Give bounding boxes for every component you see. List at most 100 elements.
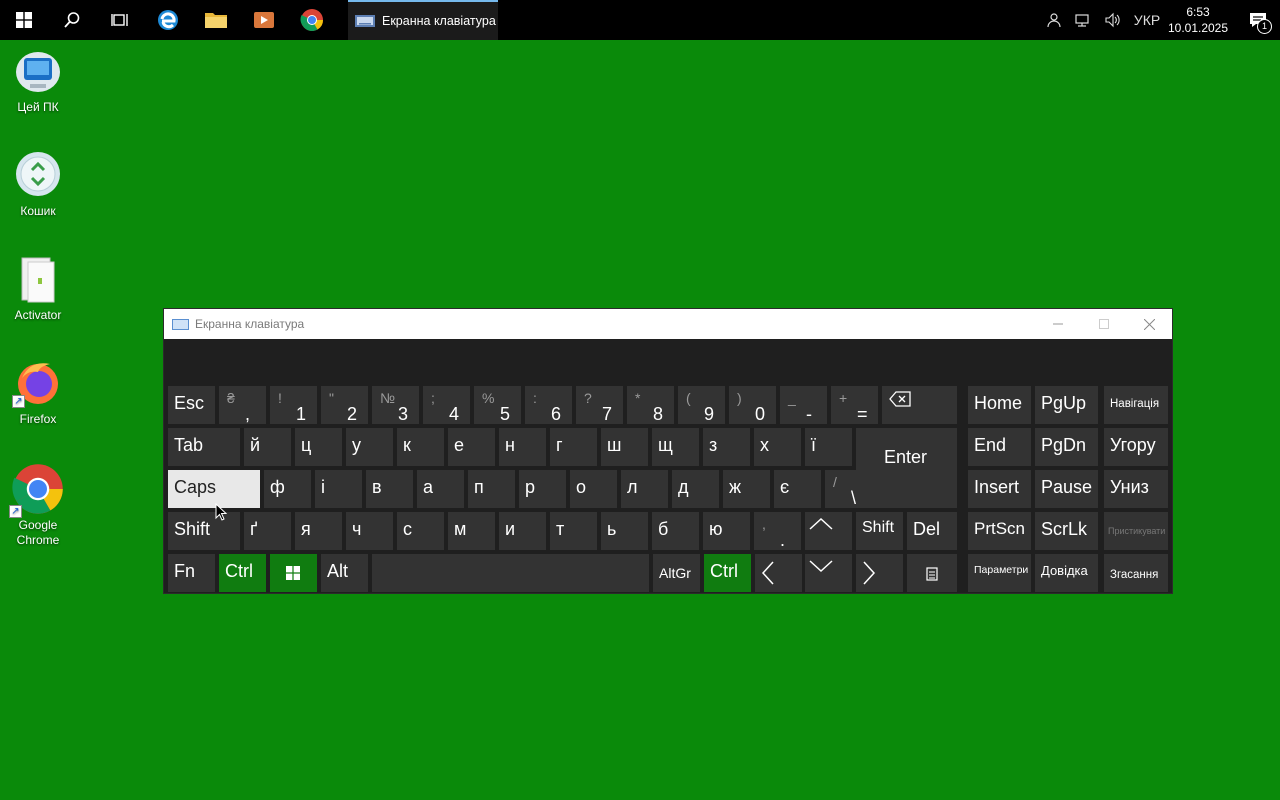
key-number-8[interactable]: * 8 — [627, 386, 674, 424]
key-letter[interactable]: з — [703, 428, 750, 466]
taskbar-media-player[interactable] — [240, 0, 288, 40]
network-button[interactable] — [1068, 0, 1098, 40]
taskbar-edge[interactable] — [144, 0, 192, 40]
key-number-3[interactable]: № 3 — [372, 386, 419, 424]
key-period[interactable]: ,. — [754, 512, 801, 550]
taskbar-osk-app[interactable]: Екранна клавіатура — [348, 0, 498, 40]
key-fn[interactable]: Fn — [168, 554, 215, 592]
key-number-1[interactable]: ! 1 — [270, 386, 317, 424]
key-shift-left[interactable]: Shift — [168, 512, 240, 550]
minimize-button[interactable] — [1035, 309, 1081, 339]
key-number-4[interactable]: ; 4 — [423, 386, 470, 424]
key-pgdn[interactable]: PgDn — [1035, 428, 1098, 466]
key-letter[interactable]: ш — [601, 428, 648, 466]
key-scrlk[interactable]: ScrLk — [1035, 512, 1098, 550]
key-letter[interactable]: н — [499, 428, 546, 466]
key-alt[interactable]: Alt — [321, 554, 368, 592]
key-letter[interactable]: ф — [264, 470, 311, 508]
key-tab[interactable]: Tab — [168, 428, 240, 466]
desktop-icon-firefox[interactable]: ↗ Firefox — [2, 358, 74, 427]
key-letter[interactable]: я — [295, 512, 342, 550]
taskbar-file-explorer[interactable] — [192, 0, 240, 40]
key-arrow-left[interactable] — [755, 554, 802, 592]
key-letter[interactable]: щ — [652, 428, 699, 466]
key-prtscn[interactable]: PrtScn — [968, 512, 1031, 550]
desktop-icon-activator[interactable]: Activator — [2, 254, 74, 323]
key-windows[interactable] — [270, 554, 317, 592]
taskbar-chrome[interactable] — [288, 0, 336, 40]
key-letter[interactable]: г — [550, 428, 597, 466]
key-arrow-right[interactable] — [856, 554, 903, 592]
key-options[interactable]: Параметри — [968, 554, 1031, 592]
key-letter[interactable]: с — [397, 512, 444, 550]
key-letter[interactable]: ь — [601, 512, 648, 550]
key-letter[interactable]: р — [519, 470, 566, 508]
osk-titlebar[interactable]: Екранна клавіатура — [164, 309, 1172, 339]
key-letter[interactable]: х — [754, 428, 801, 466]
key-insert[interactable]: Insert — [968, 470, 1031, 508]
key-number-12[interactable]: + = — [831, 386, 878, 424]
volume-button[interactable] — [1098, 0, 1128, 40]
close-button[interactable] — [1126, 309, 1172, 339]
key-altgr[interactable]: AltGr — [653, 554, 700, 592]
key-menu[interactable] — [907, 554, 957, 592]
start-button[interactable] — [0, 0, 48, 40]
key-caps[interactable]: Caps — [168, 470, 260, 508]
key-number-5[interactable]: % 5 — [474, 386, 521, 424]
key-letter[interactable]: и — [499, 512, 546, 550]
key-enter-lower[interactable] — [876, 470, 957, 508]
key-number-10[interactable]: ) 0 — [729, 386, 776, 424]
key-backslash[interactable]: / \ — [825, 470, 872, 508]
key-number-6[interactable]: :6 — [525, 386, 572, 424]
key-fade[interactable]: Згасання — [1104, 554, 1168, 592]
key-letter[interactable]: д — [672, 470, 719, 508]
key-end[interactable]: End — [968, 428, 1031, 466]
key-letter[interactable]: ж — [723, 470, 770, 508]
key-help[interactable]: Довідка — [1035, 554, 1098, 592]
people-button[interactable] — [1038, 0, 1068, 40]
key-scroll-up[interactable]: Угору — [1104, 428, 1168, 466]
key-del[interactable]: Del — [907, 512, 957, 550]
key-letter[interactable]: ґ — [244, 512, 291, 550]
key-letter[interactable]: і — [315, 470, 362, 508]
key-arrow-down[interactable] — [805, 554, 852, 592]
key-esc[interactable]: Esc — [168, 386, 215, 424]
search-button[interactable] — [48, 0, 96, 40]
key-letter[interactable]: ц — [295, 428, 342, 466]
clock[interactable]: 6:53 10.01.2025 — [1166, 4, 1230, 36]
key-letter[interactable]: а — [417, 470, 464, 508]
desktop-icon-recycle-bin[interactable]: Кошик — [2, 150, 74, 219]
action-center-button[interactable]: 1 — [1236, 0, 1280, 40]
key-letter[interactable]: у — [346, 428, 393, 466]
key-letter[interactable]: в — [366, 470, 413, 508]
key-number-0[interactable]: ₴, — [219, 386, 266, 424]
key-ctrl-right[interactable]: Ctrl — [704, 554, 751, 592]
key-letter[interactable]: ї — [805, 428, 852, 466]
maximize-button[interactable] — [1081, 309, 1127, 339]
key-shift-right[interactable]: Shift — [856, 512, 903, 550]
key-pgup[interactable]: PgUp — [1035, 386, 1098, 424]
task-view-button[interactable] — [96, 0, 144, 40]
key-letter[interactable]: ч — [346, 512, 393, 550]
key-letter[interactable]: б — [652, 512, 699, 550]
key-letter[interactable]: т — [550, 512, 597, 550]
key-letter[interactable]: е — [448, 428, 495, 466]
key-number-11[interactable]: _ - — [780, 386, 827, 424]
desktop-icon-this-pc[interactable]: Цей ПК — [2, 46, 74, 115]
key-letter[interactable]: й — [244, 428, 291, 466]
key-letter[interactable]: о — [570, 470, 617, 508]
key-dock[interactable]: Пристикувати — [1104, 512, 1168, 550]
key-navigation[interactable]: Навігація — [1104, 386, 1168, 424]
key-home[interactable]: Home — [968, 386, 1031, 424]
key-number-9[interactable]: (9 — [678, 386, 725, 424]
key-backspace[interactable] — [882, 386, 957, 424]
key-letter[interactable]: ю — [703, 512, 750, 550]
key-letter[interactable]: п — [468, 470, 515, 508]
key-letter[interactable]: к — [397, 428, 444, 466]
key-scroll-down[interactable]: Униз — [1104, 470, 1168, 508]
desktop-icon-chrome[interactable]: ↗ Google Chrome — [2, 462, 74, 548]
key-number-2[interactable]: " 2 — [321, 386, 368, 424]
key-ctrl-left[interactable]: Ctrl — [219, 554, 266, 592]
key-letter[interactable]: є — [774, 470, 821, 508]
key-arrow-up[interactable] — [805, 512, 852, 550]
